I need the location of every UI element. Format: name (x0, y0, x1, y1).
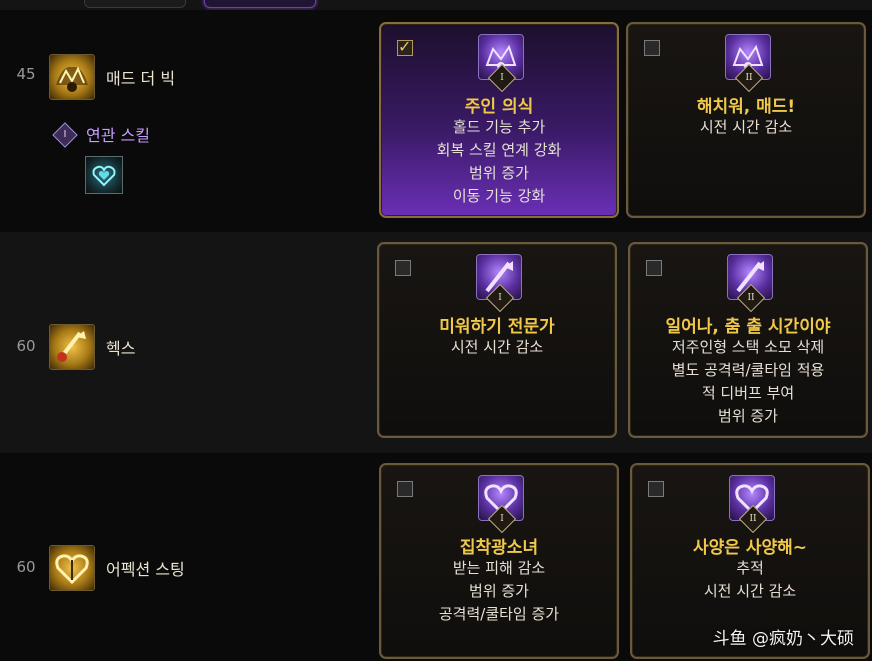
skill-level: 60 (16, 337, 36, 355)
option-checkbox[interactable] (397, 37, 413, 56)
skill-row-mad-the-big: 45 매드 더 빅 I 연관 스킬 I 주인 의식 홀드 기능 추가 회복 스킬… (0, 10, 872, 232)
option-title: 해치워, 매드! (696, 97, 796, 117)
affection-sting-icon[interactable] (49, 545, 95, 591)
tab-active[interactable] (204, 0, 316, 8)
skill-level: 45 (16, 65, 36, 83)
skill-name: 매드 더 빅 (106, 69, 176, 88)
option-title: 일어나, 춤 출 시간이야 (665, 317, 831, 337)
option-card[interactable]: I 주인 의식 홀드 기능 추가 회복 스킬 연계 강화 범위 증가 이동 기능… (379, 22, 619, 218)
option-description: 시전 시간 감소 (450, 338, 544, 356)
hex-icon[interactable] (49, 324, 95, 370)
skill-name: 어펙션 스팅 (106, 560, 185, 579)
skill-name: 헥스 (106, 339, 136, 358)
option-card[interactable]: I 집착광소녀 받는 피해 감소 범위 증가 공격력/쿨타임 증가 (379, 463, 619, 659)
option-checkbox[interactable] (644, 40, 660, 56)
skill-level: 60 (16, 558, 36, 576)
numeral-badge-icon: I (52, 122, 78, 148)
option-description: 추적 시전 시간 감소 (703, 559, 797, 600)
stream-watermark: 斗鱼 @疯奶丶大硕 (712, 629, 854, 649)
top-tab-bar (0, 0, 872, 10)
option-description: 받는 피해 감소 범위 증가 공격력/쿨타임 증가 (438, 559, 560, 623)
option-checkbox[interactable] (395, 260, 411, 276)
skill-row-hex: 60 헥스 I 미워하기 전문가 시전 시간 감소 II 일어나, 춤 출 시간… (0, 232, 872, 453)
option-title: 주인 의식 (464, 97, 534, 117)
option-title: 집착광소녀 (459, 538, 539, 558)
option-card[interactable]: II 해치워, 매드! 시전 시간 감소 (626, 22, 866, 218)
option-title: 미워하기 전문가 (439, 317, 555, 337)
option-card[interactable]: I 미워하기 전문가 시전 시간 감소 (377, 242, 617, 438)
mad-the-big-icon[interactable] (49, 54, 95, 100)
option-checkbox[interactable] (397, 481, 413, 497)
option-title: 사양은 사양해~ (692, 538, 807, 558)
related-skill-label: 연관 스킬 (86, 126, 150, 145)
option-card[interactable]: II 일어나, 춤 출 시간이야 저주인형 스택 소모 삭제 별도 공격력/쿨타… (628, 242, 868, 438)
option-description: 시전 시간 감소 (699, 118, 793, 136)
heart-shield-icon[interactable] (85, 156, 123, 194)
option-description: 홀드 기능 추가 회복 스킬 연계 강화 범위 증가 이동 기능 강화 (436, 118, 562, 205)
tab-inactive[interactable] (84, 0, 186, 8)
option-description: 저주인형 스택 소모 삭제 별도 공격력/쿨타임 적용 적 디버프 부여 범위 … (671, 338, 825, 425)
option-checkbox[interactable] (648, 481, 664, 497)
option-checkbox[interactable] (646, 260, 662, 276)
